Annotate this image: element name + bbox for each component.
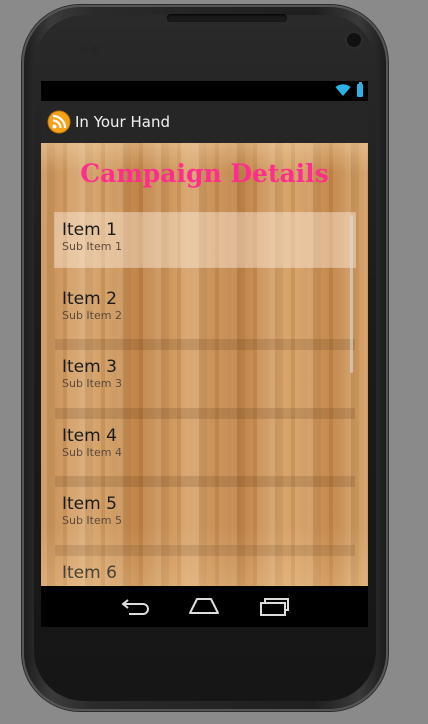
rss-feed-icon[interactable] bbox=[47, 110, 71, 134]
item-title: Item 4 bbox=[62, 425, 117, 446]
row-divider bbox=[55, 476, 355, 487]
item-list[interactable]: Item 1 Sub Item 1 Item 2 Sub Item 2 Item… bbox=[55, 213, 355, 586]
list-item[interactable]: Item 4 Sub Item 4 bbox=[55, 419, 355, 487]
item-subtitle: Sub Item 3 bbox=[62, 377, 122, 390]
screen: In Your Hand Campaign Details Item 1 Sub… bbox=[41, 81, 368, 627]
wifi-icon bbox=[335, 84, 351, 96]
item-title: Item 1 bbox=[62, 220, 117, 240]
item-title: Item 2 bbox=[62, 288, 117, 309]
list-item[interactable]: Item 5 Sub Item 5 bbox=[55, 487, 355, 556]
sensor-dots bbox=[80, 38, 104, 53]
list-item[interactable]: Item 1 Sub Item 1 bbox=[55, 213, 355, 267]
list-item[interactable]: Item 3 Sub Item 3 bbox=[55, 350, 355, 419]
status-bar bbox=[41, 81, 368, 101]
back-icon[interactable] bbox=[119, 595, 153, 617]
action-bar: In Your Hand bbox=[41, 101, 368, 144]
home-icon[interactable] bbox=[187, 595, 221, 617]
list-item[interactable]: Item 2 Sub Item 2 bbox=[55, 282, 355, 350]
row-divider bbox=[55, 407, 355, 419]
row-divider bbox=[55, 544, 355, 556]
item-subtitle: Sub Item 1 bbox=[62, 240, 122, 253]
recent-apps-icon[interactable] bbox=[257, 595, 291, 617]
battery-icon bbox=[357, 82, 363, 97]
navigation-bar bbox=[41, 586, 368, 627]
page-title: Campaign Details bbox=[80, 159, 329, 188]
item-title: Item 3 bbox=[62, 357, 117, 377]
list-item[interactable]: Item 6 bbox=[55, 556, 355, 587]
item-subtitle: Sub Item 5 bbox=[62, 514, 122, 527]
item-title: Item 5 bbox=[62, 494, 117, 514]
earpiece-speaker bbox=[167, 14, 287, 22]
scrollbar[interactable] bbox=[350, 215, 353, 373]
item-subtitle: Sub Item 4 bbox=[62, 445, 122, 459]
row-divider bbox=[55, 339, 355, 350]
app-title: In Your Hand bbox=[75, 113, 170, 131]
front-camera bbox=[347, 33, 361, 47]
content-area: Campaign Details Item 1 Sub Item 1 Item … bbox=[41, 143, 368, 586]
item-subtitle: Sub Item 2 bbox=[62, 308, 122, 322]
item-title: Item 6 bbox=[62, 562, 117, 583]
